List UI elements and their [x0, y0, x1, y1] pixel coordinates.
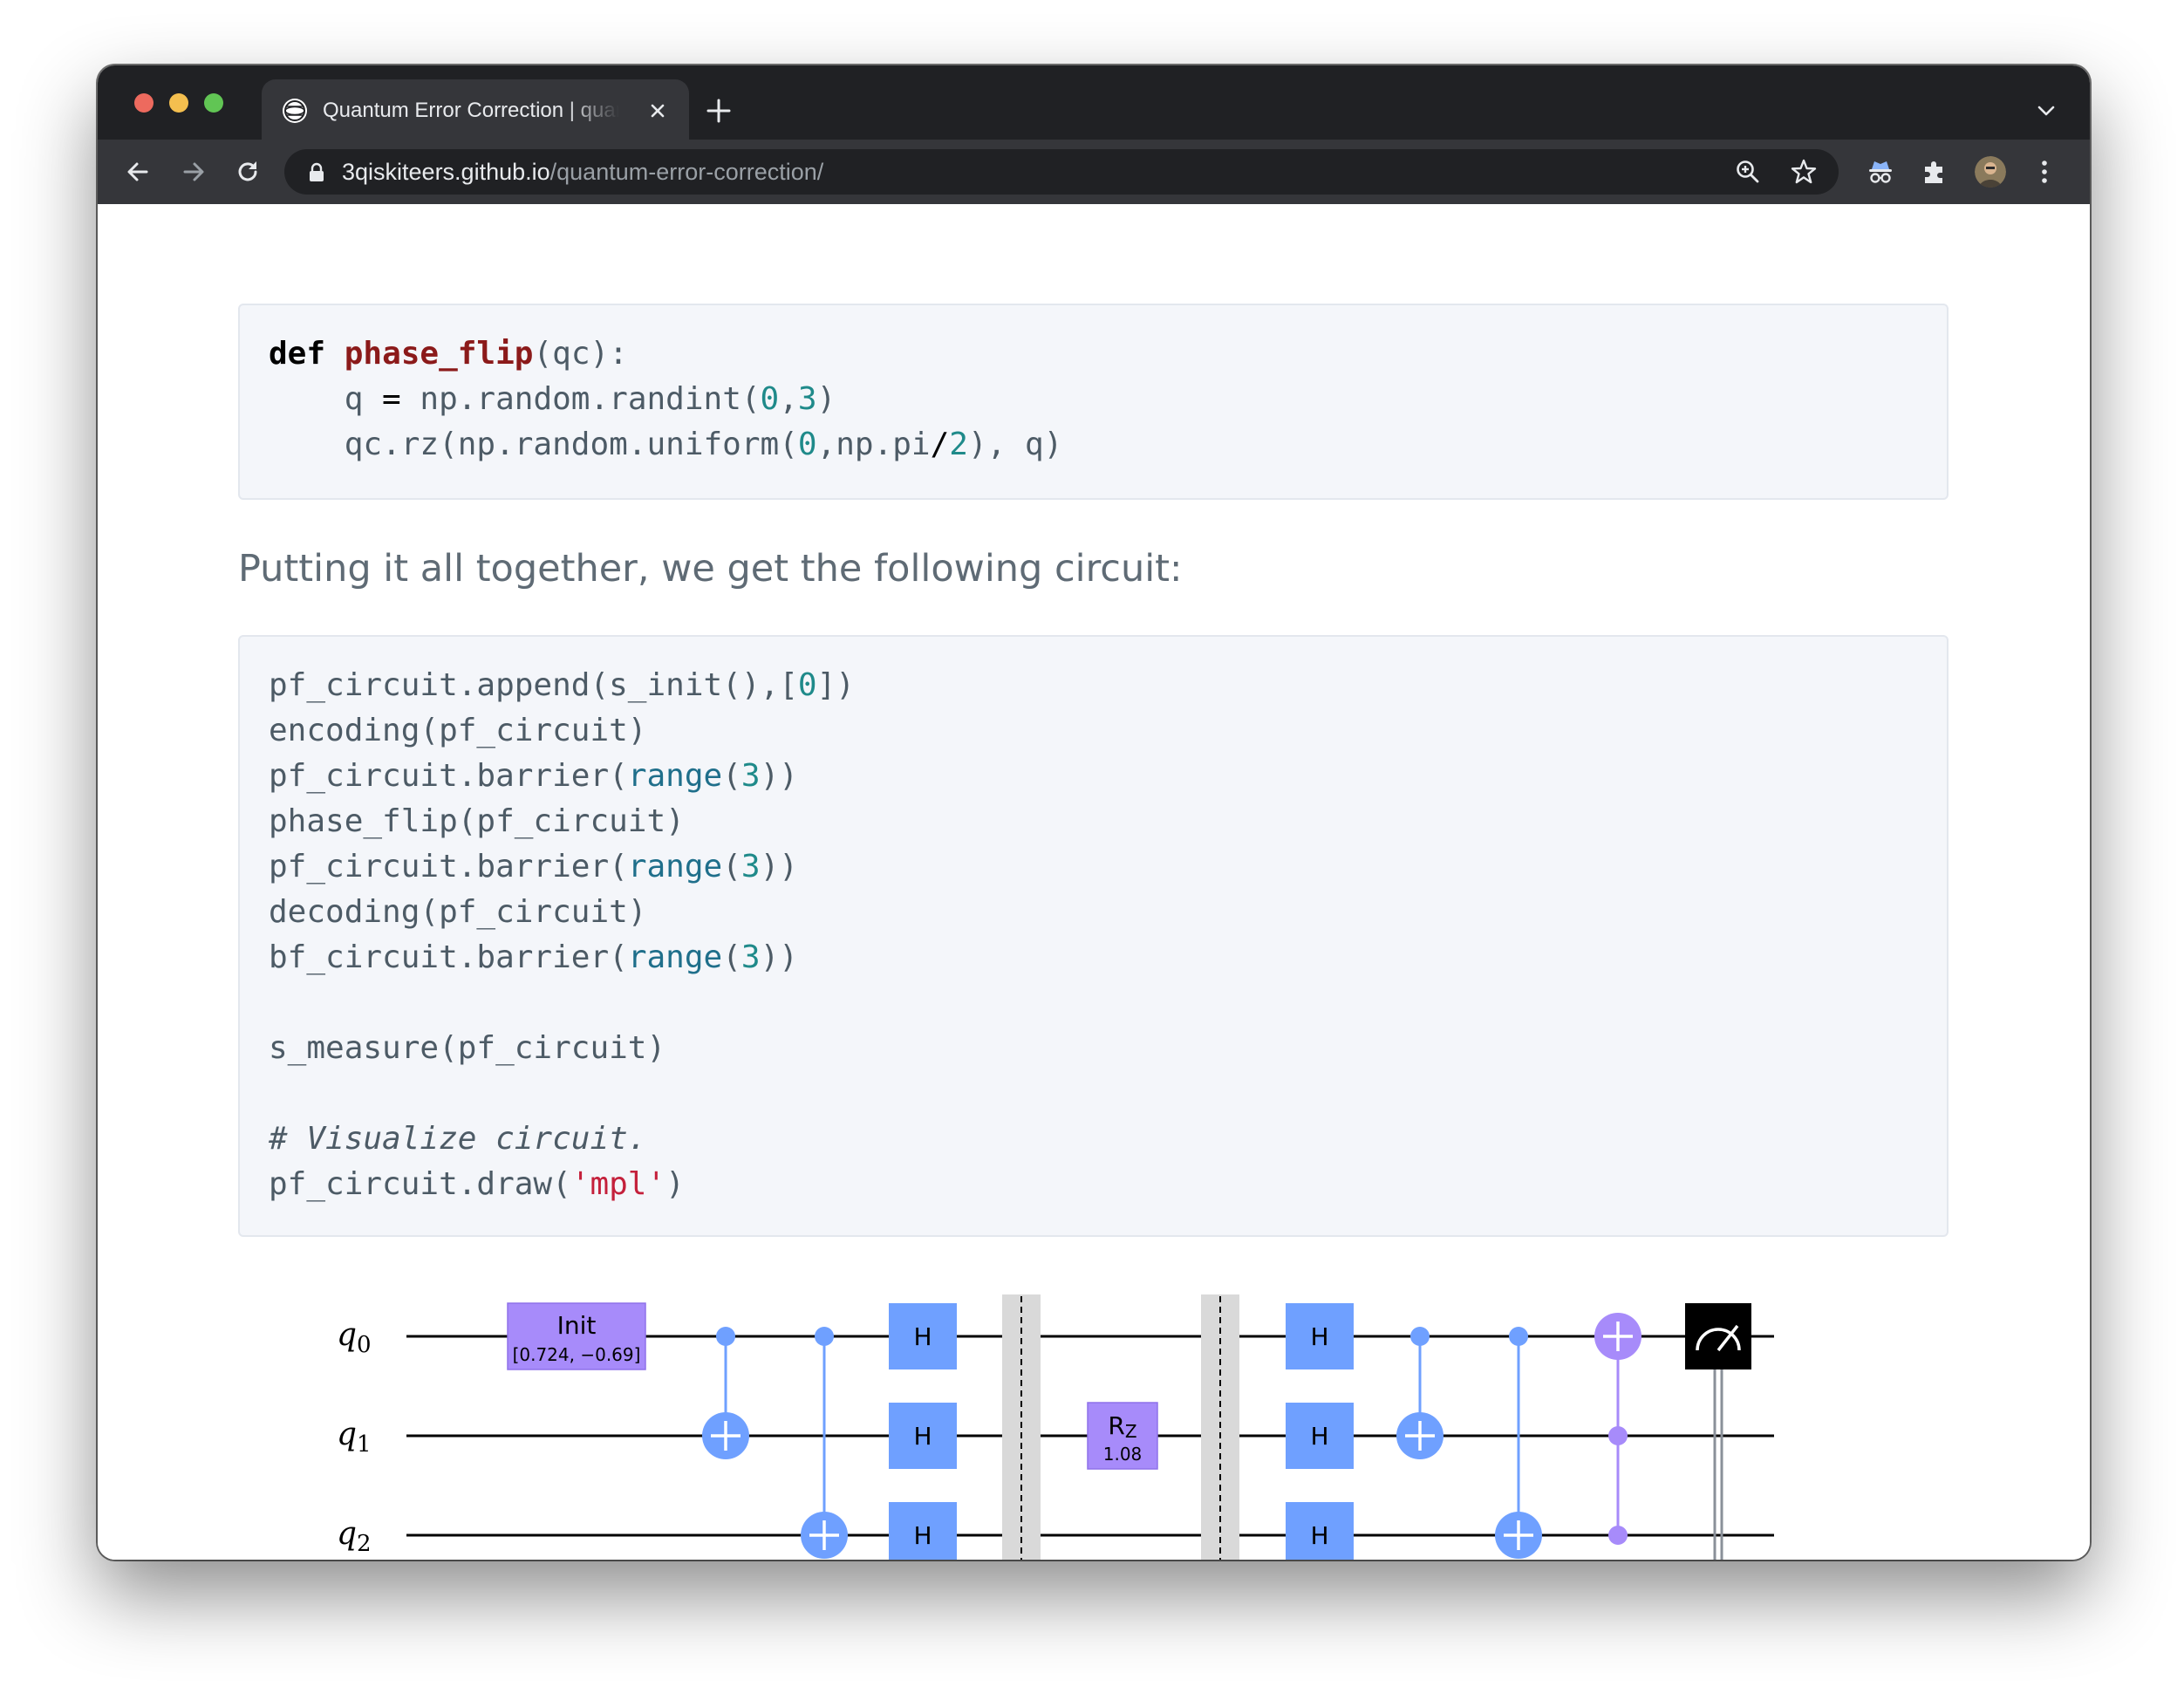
code-line: pf_circuit.draw('mpl'): [269, 1166, 685, 1202]
qubit-label-q2: q2: [337, 1516, 372, 1557]
code-line: s_measure(pf_circuit): [269, 1030, 666, 1066]
h-gate-label: H: [1310, 1322, 1328, 1351]
new-tab-plus-icon[interactable]: [703, 95, 734, 126]
h-gate-label: H: [1310, 1422, 1328, 1451]
init-gate-params: [0.724, −0.69]: [513, 1344, 641, 1365]
cnot-4-control: [1509, 1327, 1528, 1346]
more-menu-icon[interactable]: [2029, 156, 2060, 188]
minimize-window-button[interactable]: [169, 93, 188, 113]
toffoli-control-1: [1608, 1426, 1628, 1445]
circuit-svg: q0 q1 q2 Init [0.724, −0.69] H H H RZ 1.…: [337, 1294, 1774, 1560]
h-gate-label: H: [913, 1422, 932, 1451]
code-comment: # Visualize circuit.: [269, 1121, 647, 1157]
browser-window: Quantum Error Correction | quantum-error…: [98, 65, 2090, 1560]
forward-arrow-icon[interactable]: [180, 158, 208, 186]
code-line: bf_circuit.barrier(range(3)): [269, 939, 798, 975]
lock-icon[interactable]: [307, 161, 326, 182]
code-line: qc.rz(np.random.uniform(0,np.pi/2), q): [269, 427, 1063, 462]
zoom-icon[interactable]: [1734, 158, 1762, 186]
incognito-extension-icon[interactable]: [1865, 156, 1896, 188]
init-gate-label: Init: [557, 1311, 597, 1340]
circuit-diagram: q0 q1 q2 Init [0.724, −0.69] H H H RZ 1.…: [298, 1294, 1781, 1560]
url-host: 3qiskiteers.github.io: [342, 159, 550, 185]
tab-close-icon[interactable]: [645, 99, 670, 123]
h-gate-label: H: [1310, 1521, 1328, 1550]
reload-icon[interactable]: [234, 158, 262, 186]
code-line: pf_circuit.append(s_init(),[0]): [269, 667, 855, 703]
cnot-1-control: [716, 1327, 735, 1346]
tab-strip: Quantum Error Correction | quantum-error…: [98, 65, 2090, 140]
url-path: /quantum-error-correction/: [549, 159, 824, 185]
bookmark-star-icon[interactable]: [1790, 158, 1818, 186]
profile-avatar[interactable]: [1975, 156, 2006, 188]
code-block-phase-flip: def phase_flip(qc): q = np.random.randin…: [238, 304, 1949, 500]
code-block-circuit: pf_circuit.append(s_init(),[0]) encoding…: [238, 635, 1949, 1237]
close-window-button[interactable]: [134, 93, 154, 113]
code-line: pf_circuit.barrier(range(3)): [269, 758, 798, 794]
url-text[interactable]: 3qiskiteers.github.io/quantum-error-corr…: [342, 158, 823, 186]
measure-gate: [1685, 1303, 1751, 1369]
code-line: q = np.random.randint(0,3): [269, 381, 836, 417]
body-paragraph: Putting it all together, we get the foll…: [238, 547, 1183, 591]
qubit-label-q1: q1: [337, 1417, 372, 1458]
h-gate-label: H: [913, 1322, 932, 1351]
site-favicon-icon: [283, 99, 307, 123]
h-gate-label: H: [913, 1521, 932, 1550]
extensions-puzzle-icon[interactable]: [1919, 156, 1950, 188]
code-line: pf_circuit.barrier(range(3)): [269, 849, 798, 884]
cnot-2-control: [815, 1327, 834, 1346]
qubit-label-q0: q0: [337, 1317, 372, 1358]
code-line: encoding(pf_circuit): [269, 713, 647, 748]
toffoli-control-2: [1608, 1526, 1628, 1545]
active-tab[interactable]: Quantum Error Correction | quantum-error…: [262, 79, 689, 140]
back-arrow-icon[interactable]: [124, 158, 152, 186]
code-line: phase_flip(pf_circuit): [269, 803, 685, 839]
maximize-window-button[interactable]: [204, 93, 223, 113]
page-content: def phase_flip(qc): q = np.random.randin…: [98, 204, 2090, 1560]
code-line: def phase_flip(qc):: [269, 336, 628, 372]
tab-search-chevron-icon[interactable]: [2034, 99, 2058, 123]
address-bar[interactable]: 3qiskiteers.github.io/quantum-error-corr…: [284, 149, 1839, 195]
code-line: decoding(pf_circuit): [269, 894, 647, 930]
rz-gate-param: 1.08: [1103, 1444, 1143, 1465]
tab-title: Quantum Error Correction | quantum-error…: [323, 99, 619, 122]
browser-toolbar: 3qiskiteers.github.io/quantum-error-corr…: [98, 140, 2090, 204]
cnot-3-control: [1410, 1327, 1430, 1346]
